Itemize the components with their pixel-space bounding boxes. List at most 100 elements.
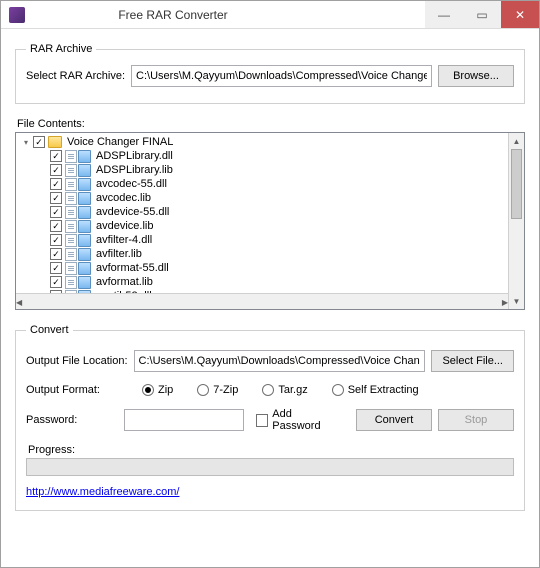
scroll-thumb[interactable] — [511, 149, 522, 219]
tree-file-label: ADSPLibrary.dll — [96, 150, 173, 162]
tree-file-label: avformat.lib — [96, 276, 153, 288]
format-radio-zip[interactable]: Zip — [142, 384, 173, 396]
tree-scrollbar-horizontal[interactable]: ◀ ▶ — [16, 293, 508, 309]
tree-file-label: avdevice.lib — [96, 220, 153, 232]
tree-file-label: avformat-55.dll — [96, 262, 169, 274]
tree-file-row[interactable]: ✓ avcodec.lib — [20, 191, 520, 205]
folder-icon — [48, 136, 62, 148]
tree-file-row[interactable]: ✓ avformat-55.dll — [20, 261, 520, 275]
tree-checkbox[interactable]: ✓ — [50, 192, 62, 204]
output-path-input[interactable] — [134, 350, 426, 372]
scroll-right-icon[interactable]: ▶ — [502, 294, 508, 310]
select-file-button[interactable]: Select File... — [431, 350, 514, 372]
password-label: Password: — [26, 414, 118, 426]
convert-button[interactable]: Convert — [356, 409, 432, 431]
select-rar-label: Select RAR Archive: — [26, 70, 125, 82]
radio-label: 7-Zip — [213, 384, 238, 396]
tree-checkbox[interactable]: ✓ — [50, 234, 62, 246]
rar-archive-legend: RAR Archive — [26, 43, 96, 55]
tree-file-label: avcodec-55.dll — [96, 178, 167, 190]
radio-icon — [197, 384, 209, 396]
titlebar: Free RAR Converter — ▭ ✕ — [1, 1, 539, 29]
file-type-icon — [78, 178, 91, 191]
radio-icon — [332, 384, 344, 396]
checkbox-icon — [256, 414, 268, 427]
maximize-button[interactable]: ▭ — [463, 1, 501, 28]
tree-file-row[interactable]: ✓ avcodec-55.dll — [20, 177, 520, 191]
file-type-icon — [78, 192, 91, 205]
tree-checkbox[interactable]: ✓ — [50, 164, 62, 176]
convert-group: Convert Output File Location: Select Fil… — [15, 324, 525, 511]
browse-button[interactable]: Browse... — [438, 65, 514, 87]
tree-checkbox[interactable]: ✓ — [33, 136, 45, 148]
file-type-icon — [78, 248, 91, 261]
close-button[interactable]: ✕ — [501, 1, 539, 28]
minimize-button[interactable]: — — [425, 1, 463, 28]
output-format-label: Output Format: — [26, 384, 128, 396]
file-type-icon — [78, 220, 91, 233]
app-window: Free RAR Converter — ▭ ✕ RAR Archive Sel… — [0, 0, 540, 568]
tree-checkbox[interactable]: ✓ — [50, 276, 62, 288]
file-type-icon — [78, 164, 91, 177]
tree-file-row[interactable]: ✓ avfilter-4.dll — [20, 233, 520, 247]
tree-checkbox[interactable]: ✓ — [50, 150, 62, 162]
file-type-icon — [78, 150, 91, 163]
file-tree[interactable]: ▾✓Voice Changer FINAL✓ADSPLibrary.dll✓AD… — [15, 132, 525, 310]
convert-legend: Convert — [26, 324, 73, 336]
tree-file-label: avcodec.lib — [96, 192, 151, 204]
tree-root[interactable]: ▾✓ Voice Changer FINAL — [20, 135, 520, 149]
rar-path-input[interactable] — [131, 65, 432, 87]
progress-label: Progress: — [28, 444, 514, 456]
stop-button[interactable]: Stop — [438, 409, 514, 431]
output-location-label: Output File Location: — [26, 355, 128, 367]
scroll-up-icon[interactable]: ▲ — [509, 133, 524, 149]
radio-label: Zip — [158, 384, 173, 396]
tree-file-row[interactable]: ✓ avdevice.lib — [20, 219, 520, 233]
tree-scrollbar-vertical[interactable]: ▲ ▼ — [508, 133, 524, 309]
window-body: RAR Archive Select RAR Archive: Browse..… — [1, 29, 539, 567]
tree-checkbox[interactable]: ✓ — [50, 220, 62, 232]
tree-file-label: avfilter.lib — [96, 248, 142, 260]
file-icon — [65, 220, 77, 233]
tree-checkbox[interactable]: ✓ — [50, 248, 62, 260]
tree-file-row[interactable]: ✓ ADSPLibrary.lib — [20, 163, 520, 177]
password-input[interactable] — [124, 409, 244, 431]
tree-file-label: avfilter-4.dll — [96, 234, 152, 246]
tree-checkbox[interactable]: ✓ — [50, 206, 62, 218]
format-radio-self-extracting[interactable]: Self Extracting — [332, 384, 419, 396]
scroll-down-icon[interactable]: ▼ — [509, 293, 524, 309]
format-radio-7zip[interactable]: 7-Zip — [197, 384, 238, 396]
tree-file-row[interactable]: ✓ ADSPLibrary.dll — [20, 149, 520, 163]
tree-file-row[interactable]: ✓ avfilter.lib — [20, 247, 520, 261]
tree-file-label: ADSPLibrary.lib — [96, 164, 173, 176]
tree-root-label: Voice Changer FINAL — [67, 136, 173, 148]
checkbox-label: Add Password — [272, 408, 336, 432]
tree-checkbox[interactable]: ✓ — [50, 262, 62, 274]
rar-archive-group: RAR Archive Select RAR Archive: Browse..… — [15, 43, 525, 104]
file-type-icon — [78, 206, 91, 219]
file-icon — [65, 192, 77, 205]
website-link[interactable]: http://www.mediafreeware.com/ — [26, 486, 179, 498]
tree-file-row[interactable]: ✓ avformat.lib — [20, 275, 520, 289]
progress-bar — [26, 458, 514, 476]
radio-label: Tar.gz — [278, 384, 307, 396]
format-radio-targz[interactable]: Tar.gz — [262, 384, 307, 396]
file-icon — [65, 262, 77, 275]
file-type-icon — [78, 276, 91, 289]
file-type-icon — [78, 234, 91, 247]
tree-checkbox[interactable]: ✓ — [50, 178, 62, 190]
file-icon — [65, 164, 77, 177]
output-format-radios: Zip 7-Zip Tar.gz Self Extracting — [142, 384, 419, 396]
tree-file-label: avdevice-55.dll — [96, 206, 169, 218]
file-type-icon — [78, 262, 91, 275]
add-password-checkbox[interactable]: Add Password — [256, 408, 336, 432]
window-title: Free RAR Converter — [31, 8, 425, 22]
file-icon — [65, 206, 77, 219]
file-contents-label: File Contents: — [17, 118, 525, 130]
file-icon — [65, 178, 77, 191]
tree-file-row[interactable]: ✓ avdevice-55.dll — [20, 205, 520, 219]
collapse-icon[interactable]: ▾ — [20, 136, 32, 148]
file-icon — [65, 248, 77, 261]
radio-label: Self Extracting — [348, 384, 419, 396]
file-icon — [65, 276, 77, 289]
